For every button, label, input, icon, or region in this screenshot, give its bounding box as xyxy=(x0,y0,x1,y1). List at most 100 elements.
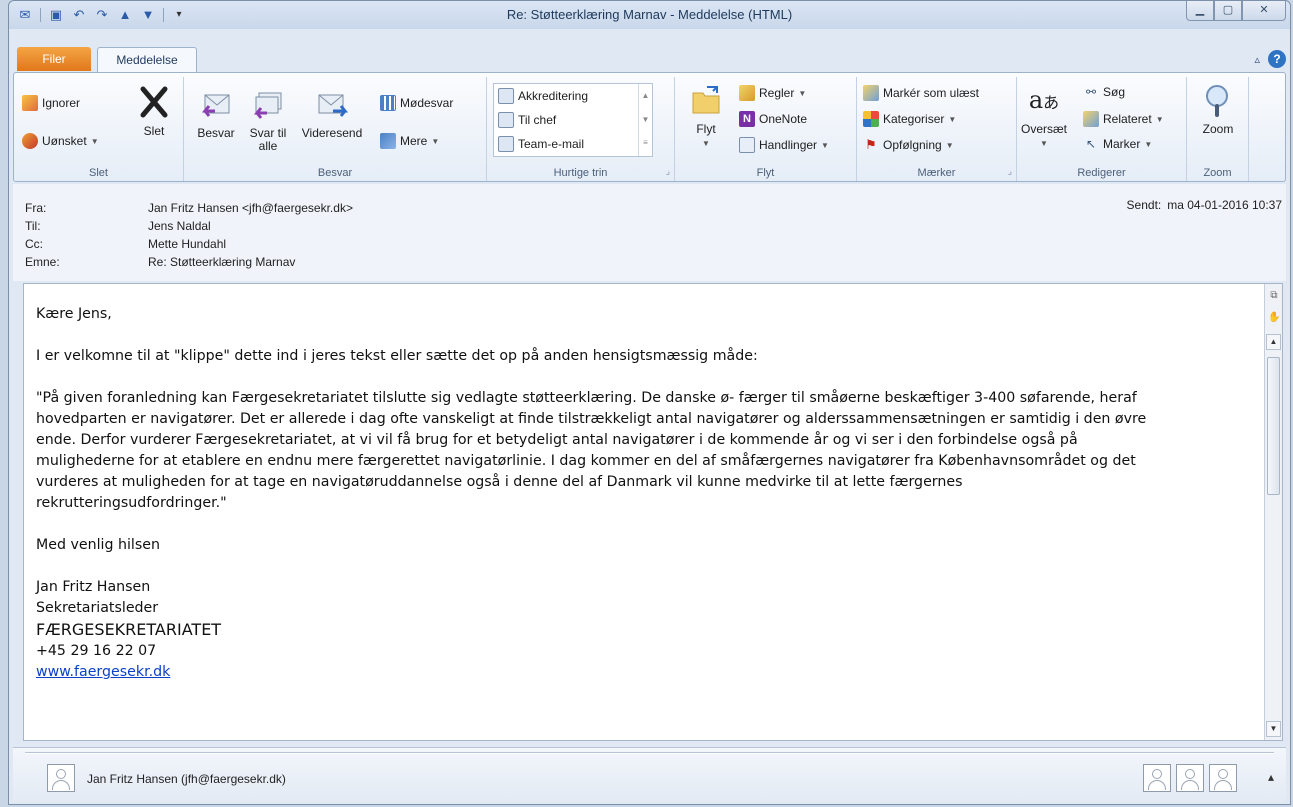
signature-phone: +45 29 16 22 07 xyxy=(36,643,157,659)
message-body: Kære Jens, I er velkomne til at "klippe"… xyxy=(36,304,1246,683)
reply-all-button[interactable]: Svar til alle xyxy=(244,87,292,153)
actions-button[interactable]: Handlinger ▼ xyxy=(739,137,829,153)
outlook-message-window: ✉ ▣ ↶ ↷ ▲ ▼ ▾ Re: Støtteerklæring Marnav… xyxy=(8,0,1291,805)
categories-icon xyxy=(863,111,879,127)
scroll-up-button[interactable]: ▲ xyxy=(1266,334,1281,350)
contact-avatar[interactable] xyxy=(1176,764,1204,792)
select-button[interactable]: ↖ Marker ▼ xyxy=(1083,137,1152,151)
signature-title: Sekretariatsleder xyxy=(36,600,159,616)
split-icon[interactable]: ⧉ xyxy=(1268,290,1280,302)
people-pane-splitter[interactable] xyxy=(25,752,1274,754)
group-slet: Ignorer Uønsket ▼ Slet Slet xyxy=(14,77,184,181)
signature-org: FÆRGESEKRETARIATET xyxy=(36,620,222,639)
group-zoom: Zoom Zoom xyxy=(1187,77,1249,181)
junk-icon xyxy=(22,133,38,149)
group-label-maerker: Mærker xyxy=(917,167,956,179)
flag-icon: ⚑ xyxy=(865,137,877,152)
tab-file[interactable]: Filer xyxy=(17,47,91,71)
quote-line: ende. Derfor vurderer Færgesekretariatet… xyxy=(36,432,1078,448)
people-pane: Jan Fritz Hansen (jfh@faergesekr.dk) ▴ xyxy=(13,747,1286,803)
binoculars-icon: ⚯ xyxy=(1085,85,1097,99)
zoom-button[interactable]: Zoom xyxy=(1193,83,1243,136)
quote-paragraph: "På given foranledning kan Færgesekretar… xyxy=(36,388,1246,514)
onenote-icon: N xyxy=(739,111,755,127)
quickstep-item[interactable]: Akkreditering xyxy=(498,88,588,104)
website-link[interactable]: www.faergesekr.dk xyxy=(36,664,170,680)
rules-icon xyxy=(739,85,755,101)
gallery-more-icon[interactable]: ≡ xyxy=(639,132,652,154)
ribbon-right-controls: ▵ ? xyxy=(1254,50,1286,68)
contact-avatar[interactable] xyxy=(1143,764,1171,792)
reply-icon xyxy=(201,94,230,117)
more-button[interactable]: Mere ▼ xyxy=(380,133,439,149)
minimize-button[interactable]: ▁ xyxy=(1186,1,1214,21)
mark-unread-button[interactable]: Markér som ulæst xyxy=(863,85,979,101)
followup-button[interactable]: ⚑ Opfølgning ▼ xyxy=(863,137,953,153)
magnifier-icon xyxy=(1206,85,1228,117)
closing: Med venlig hilsen xyxy=(36,537,160,553)
junk-button[interactable]: Uønsket ▼ xyxy=(22,133,99,149)
expand-people-pane-icon[interactable]: ▴ xyxy=(1268,770,1274,784)
quicksteps-gallery: Akkreditering Til chef Team-e-mail ▲ ▼ ≡ xyxy=(493,83,653,157)
to-value[interactable]: Jens Naldal xyxy=(148,219,211,233)
tab-message[interactable]: Meddelelse xyxy=(97,47,197,73)
contact-avatar[interactable] xyxy=(47,764,75,792)
gallery-scrollbar[interactable]: ▲ ▼ ≡ xyxy=(638,84,652,156)
categorize-button[interactable]: Kategoriser ▼ xyxy=(863,111,956,127)
find-button[interactable]: ⚯ Søg xyxy=(1083,85,1125,99)
quickstep-arrow-icon xyxy=(498,88,514,104)
sent-date: ma 04-01-2016 10:37 xyxy=(1167,198,1282,212)
meeting-reply-button[interactable]: Mødesvar xyxy=(380,95,453,111)
group-flyt: Flyt ▼ Regler ▼ N OneNote Handlinger ▼ Flyt xyxy=(675,77,857,181)
reply-all-icon xyxy=(253,92,282,119)
calendar-icon xyxy=(380,95,396,111)
contact-avatar[interactable] xyxy=(1209,764,1237,792)
hand-icon[interactable]: ✋ xyxy=(1268,312,1280,324)
contact-name[interactable]: Jan Fritz Hansen (jfh@faergesekr.dk) xyxy=(87,772,286,786)
ignore-button[interactable]: Ignorer xyxy=(22,95,80,111)
rules-button[interactable]: Regler ▼ xyxy=(739,85,806,101)
unread-mail-icon xyxy=(863,85,879,101)
quote-line: hovedparten er navigatører. Det er aller… xyxy=(36,411,1147,427)
quote-line: mulighederne for at etablere en endnu me… xyxy=(36,453,1136,469)
quickstep-arrow-icon xyxy=(498,112,514,128)
quote-line: vurderes at muligheden for at tage en na… xyxy=(36,474,963,490)
scroll-down-button[interactable]: ▼ xyxy=(1266,721,1281,737)
related-button[interactable]: Relateret ▼ xyxy=(1083,111,1164,127)
onenote-button[interactable]: N OneNote xyxy=(739,111,807,127)
group-label-redigerer: Redigerer xyxy=(1077,167,1126,179)
move-button[interactable]: Flyt ▼ xyxy=(683,83,729,150)
sent-info: Sendt: ma 04-01-2016 10:37 xyxy=(1126,198,1282,212)
group-label-quicksteps: Hurtige trin xyxy=(553,167,608,179)
group-quicksteps: Akkreditering Til chef Team-e-mail ▲ ▼ ≡… xyxy=(487,77,675,181)
gallery-down-icon[interactable]: ▼ xyxy=(639,108,652,132)
cc-value[interactable]: Mette Hundahl xyxy=(148,237,226,251)
related-icon xyxy=(1083,111,1099,127)
translate-button[interactable]: aあ Oversæt ▼ xyxy=(1021,83,1067,150)
reply-button[interactable]: Besvar xyxy=(190,87,242,140)
group-label-flyt: Flyt xyxy=(756,167,775,179)
delete-button[interactable]: Slet xyxy=(132,85,176,138)
gallery-up-icon[interactable]: ▲ xyxy=(639,84,652,108)
help-icon[interactable]: ? xyxy=(1268,50,1286,68)
message-body-pane[interactable]: Kære Jens, I er velkomne til at "klippe"… xyxy=(23,283,1283,741)
maximize-button[interactable]: ▢ xyxy=(1214,1,1242,21)
quickstep-item[interactable]: Team-e-mail xyxy=(498,136,584,152)
group-redigerer: aあ Oversæt ▼ ⚯ Søg Relateret ▼ ↖ Marker ▼ R… xyxy=(1017,77,1187,181)
window-controls: ▁ ▢ ✕ xyxy=(1186,1,1286,21)
subject-value: Re: Støtteerklæring Marnav xyxy=(148,255,296,269)
minimize-ribbon-icon[interactable]: ▵ xyxy=(1254,53,1260,66)
group-label-besvar: Besvar xyxy=(317,167,353,179)
from-value[interactable]: Jan Fritz Hansen <jfh@faergesekr.dk> xyxy=(148,201,353,215)
forward-button[interactable]: Videresend xyxy=(294,87,370,140)
team-mail-icon xyxy=(498,136,514,152)
window-title: Re: Støtteerklæring Marnav - Meddelelse … xyxy=(506,7,793,22)
body-scrollbar[interactable]: ⧉ ✋ ▲ ▼ xyxy=(1264,284,1282,740)
quickstep-item[interactable]: Til chef xyxy=(498,112,556,128)
more-icon xyxy=(380,133,396,149)
group-maerker: Markér som ulæst Kategoriser ▼ ⚑ Opfølgni… xyxy=(857,77,1017,181)
close-button[interactable]: ✕ xyxy=(1242,1,1286,21)
scroll-thumb[interactable] xyxy=(1267,357,1280,495)
quote-line: "På given foranledning kan Færgesekretar… xyxy=(36,390,1137,406)
delete-x-icon xyxy=(140,86,168,118)
